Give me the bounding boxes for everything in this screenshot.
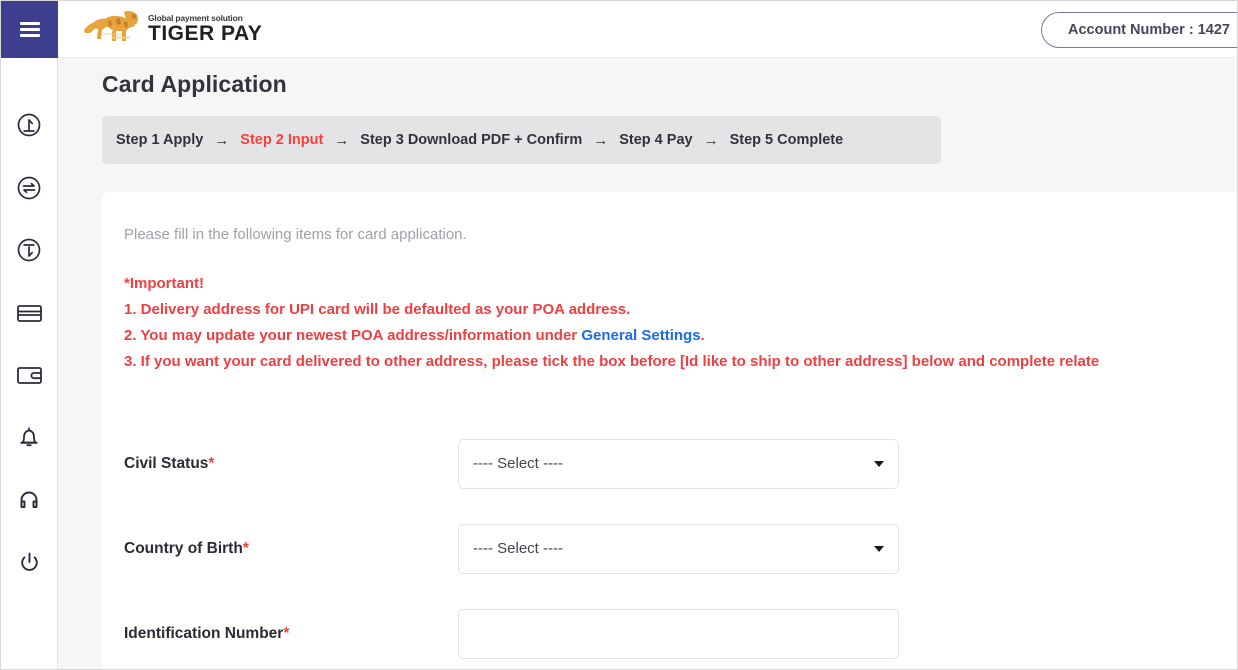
- notice-line-2-suffix: .: [700, 327, 705, 344]
- intro-text: Please fill in the following items for c…: [124, 226, 467, 243]
- sidebar-item-transfer[interactable]: [1, 157, 58, 220]
- bell-icon: [17, 425, 41, 450]
- required-asterisk: *: [208, 454, 215, 472]
- chevron-down-icon: [874, 460, 884, 467]
- credit-card-icon: [16, 302, 43, 324]
- menu-toggle-button[interactable]: [1, 1, 58, 58]
- required-asterisk: *: [283, 624, 290, 642]
- form-row-civil-status: Civil Status* ---- Select ----: [124, 421, 1237, 506]
- step-arrow-icon: →: [214, 131, 230, 149]
- country-of-birth-label: Country of Birth*: [124, 540, 458, 558]
- step-breadcrumb: Step 1 Apply → Step 2 Input → Step 3 Dow…: [102, 116, 941, 164]
- step-arrow-icon: →: [593, 131, 609, 149]
- sidebar-item-support[interactable]: [1, 469, 58, 532]
- step-arrow-icon: →: [334, 131, 350, 149]
- notice-line-2-text: 2. You may update your newest POA addres…: [124, 327, 582, 344]
- withdraw-circle-arrow-down-icon: [16, 237, 42, 263]
- power-icon: [17, 550, 42, 575]
- country-of-birth-value: ---- Select ----: [473, 540, 563, 557]
- civil-status-value: ---- Select ----: [473, 455, 563, 472]
- sidebar-item-notifications[interactable]: [1, 407, 58, 470]
- notice-line-2: 2. You may update your newest POA addres…: [124, 323, 1237, 349]
- application-form-panel: Please fill in the following items for c…: [102, 192, 1237, 669]
- country-of-birth-label-text: Country of Birth: [124, 539, 243, 557]
- sidebar-item-card[interactable]: [1, 282, 58, 345]
- step-arrow-icon: →: [703, 131, 719, 149]
- sidebar-item-logout[interactable]: [1, 532, 58, 595]
- identification-number-label: Identification Number*: [124, 625, 458, 643]
- required-asterisk: *: [242, 539, 249, 557]
- top-header: Global payment solution TIGER PAY Accoun…: [58, 1, 1237, 58]
- sidebar: [1, 1, 58, 669]
- logo-name: TIGER PAY: [148, 22, 263, 45]
- identification-number-input[interactable]: [458, 608, 899, 659]
- step-5[interactable]: Step 5 Complete: [730, 132, 844, 148]
- step-4[interactable]: Step 4 Pay: [619, 132, 692, 148]
- civil-status-label-text: Civil Status: [124, 454, 209, 472]
- sidebar-item-wallet[interactable]: [1, 344, 58, 407]
- step-2[interactable]: Step 2 Input: [240, 132, 323, 148]
- civil-status-select[interactable]: ---- Select ----: [458, 438, 899, 489]
- page-title: Card Application: [102, 71, 287, 97]
- form-row-identification-number: Identification Number*: [124, 591, 1237, 669]
- deposit-circle-arrow-up-icon: [16, 112, 42, 138]
- wallet-icon: [16, 364, 43, 386]
- identification-number-label-text: Identification Number: [124, 624, 284, 642]
- general-settings-link[interactable]: General Settings: [581, 327, 700, 344]
- sidebar-item-withdraw[interactable]: [1, 219, 58, 282]
- transfer-circle-exchange-icon: [16, 175, 42, 201]
- notice-heading: *Important!: [124, 275, 204, 292]
- tiger-logo-icon: [82, 6, 144, 53]
- form-row-country-of-birth: Country of Birth* ---- Select ----: [124, 506, 1237, 591]
- sidebar-item-deposit[interactable]: [1, 94, 58, 157]
- account-number-label: Account Number : 1427: [1068, 22, 1230, 38]
- account-number-badge[interactable]: Account Number : 1427: [1041, 12, 1237, 48]
- step-3[interactable]: Step 3 Download PDF + Confirm: [360, 132, 582, 148]
- notice-line-3: 3. If you want your card delivered to ot…: [124, 353, 1100, 370]
- chevron-down-icon: [874, 545, 884, 552]
- sidebar-nav: [1, 58, 57, 594]
- tigerpay-logo[interactable]: Global payment solution TIGER PAY: [82, 5, 262, 53]
- notice-line-1: 1. Delivery address for UPI card will be…: [124, 301, 631, 318]
- main-content: Card Application Step 1 Apply → Step 2 I…: [58, 58, 1237, 669]
- headset-icon: [17, 488, 41, 512]
- application-form: Civil Status* ---- Select ---- Country o…: [124, 421, 1237, 669]
- civil-status-label: Civil Status*: [124, 455, 458, 473]
- step-1[interactable]: Step 1 Apply: [116, 132, 203, 148]
- country-of-birth-select[interactable]: ---- Select ----: [458, 523, 899, 574]
- app-root: Global payment solution TIGER PAY Accoun…: [0, 0, 1238, 670]
- hamburger-icon: [19, 22, 40, 37]
